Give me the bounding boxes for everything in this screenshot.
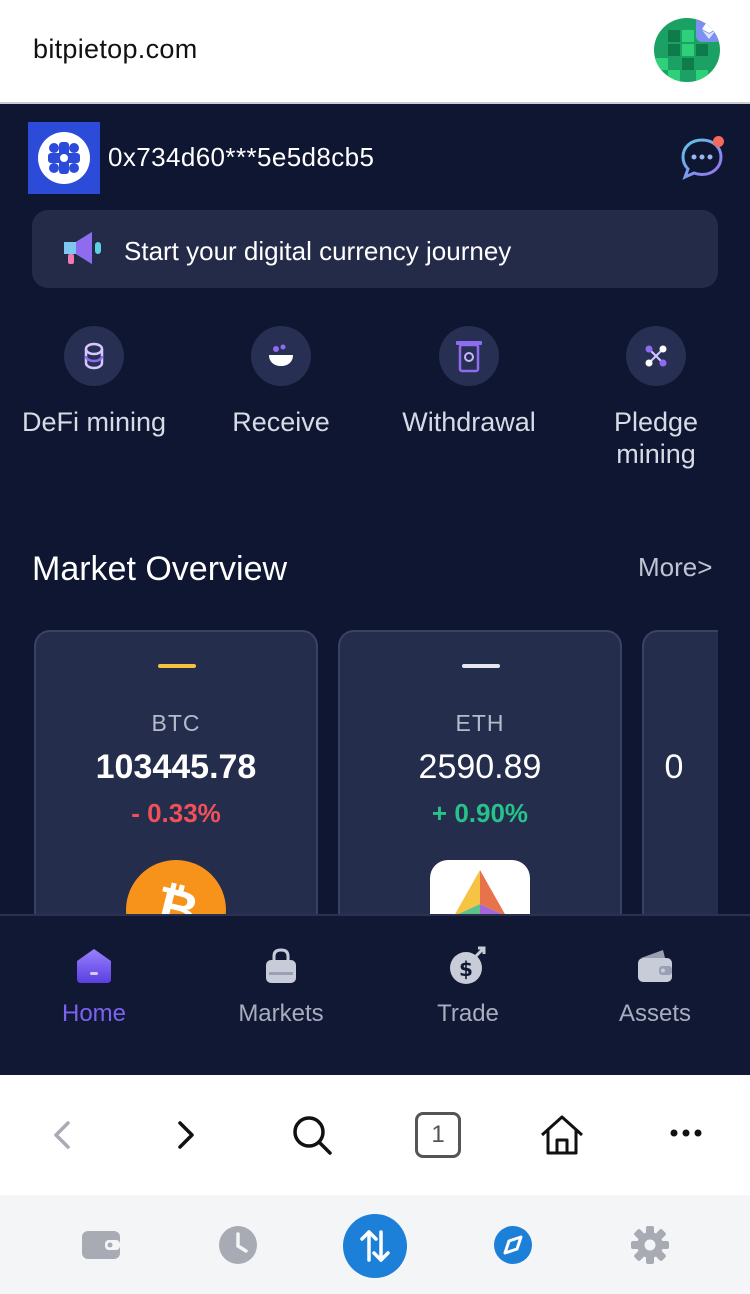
- chat-bubble-icon[interactable]: [680, 136, 724, 180]
- home-icon: [74, 946, 114, 986]
- tab-count: 1: [415, 1112, 461, 1158]
- wallet-icon: [635, 946, 675, 986]
- wallet-icon: [82, 1231, 120, 1259]
- coin-price: 0: [664, 748, 684, 786]
- action-label: Withdrawal: [402, 407, 536, 437]
- tab-home[interactable]: Home: [0, 946, 188, 1028]
- market-card-btc[interactable]: BTC 103445.78 - 0.33% ₿: [34, 630, 318, 920]
- accent-bar: [462, 664, 500, 668]
- search-icon: [293, 1116, 332, 1155]
- compass-icon: [494, 1226, 532, 1264]
- site-avatar[interactable]: [654, 18, 720, 82]
- browser-top-bar: bitpietop.com: [0, 0, 750, 104]
- bowl-icon: [269, 344, 293, 366]
- action-pledge-mining[interactable]: Pledge mining: [561, 326, 750, 470]
- ethereum-icon: [696, 18, 720, 42]
- tab-markets[interactable]: Markets: [187, 946, 375, 1028]
- tab-assets[interactable]: Assets: [561, 946, 749, 1028]
- coin-symbol: ETH: [455, 710, 505, 736]
- network-icon: [645, 345, 667, 367]
- dock-wallet-button[interactable]: [81, 1225, 121, 1265]
- tabs-button[interactable]: 1: [414, 1111, 462, 1159]
- swap-arrows-icon: [360, 1230, 390, 1262]
- dock-swap-button[interactable]: [343, 1214, 407, 1278]
- browser-nav-bar: 1: [0, 1075, 750, 1195]
- bitcoin-icon: ₿: [126, 860, 226, 920]
- dock-discover-button[interactable]: [493, 1225, 533, 1265]
- banner-text: Start your digital currency journey: [124, 236, 512, 266]
- tab-label: Markets: [238, 1000, 324, 1027]
- gear-icon: [631, 1226, 669, 1264]
- clock-icon: [219, 1226, 257, 1264]
- tab-label: Trade: [437, 1000, 499, 1027]
- shopping-bag-icon: [261, 946, 301, 986]
- coin-change: + 0.90%: [431, 798, 529, 828]
- withdrawal-icon: [456, 341, 482, 373]
- action-label: DeFi mining: [21, 407, 167, 437]
- megaphone-icon: [62, 230, 104, 268]
- home-outline-icon: [540, 1115, 584, 1155]
- chevron-right-icon: [178, 1121, 194, 1149]
- search-button[interactable]: [288, 1111, 336, 1159]
- accent-bar: [158, 664, 196, 668]
- coin-price: 103445.78: [95, 748, 257, 786]
- action-defi-mining[interactable]: DeFi mining: [0, 326, 189, 438]
- action-receive[interactable]: Receive: [186, 326, 376, 438]
- market-overview-title: Market Overview: [32, 550, 288, 588]
- action-label: Receive: [232, 407, 330, 437]
- more-link[interactable]: More>: [638, 552, 712, 583]
- home-button[interactable]: [538, 1111, 586, 1159]
- coin-stack-icon: [84, 342, 104, 370]
- tab-label: Home: [61, 1000, 127, 1027]
- coin-change: - 0.33%: [131, 798, 221, 828]
- tab-label: Assets: [618, 1000, 692, 1027]
- notification-dot: [713, 136, 724, 147]
- wallet-address[interactable]: 0x734d60***5e5d8cb5: [108, 142, 374, 173]
- tab-trade[interactable]: $ Trade: [374, 946, 562, 1028]
- chevron-left-icon: [54, 1121, 70, 1149]
- url-text[interactable]: bitpietop.com: [33, 34, 198, 65]
- wallet-logo[interactable]: [28, 122, 100, 194]
- coin-symbol: BTC: [151, 710, 201, 736]
- back-button[interactable]: [38, 1111, 86, 1159]
- market-cards: BTC 103445.78 - 0.33% ₿ ETH 2590.89 + 0.…: [34, 630, 718, 920]
- ethereum-icon: [430, 860, 530, 920]
- wallet-app: 0x734d60***5e5d8cb5 Start your digital c…: [0, 106, 750, 1075]
- market-card-next[interactable]: 0: [642, 630, 718, 920]
- announcement-banner[interactable]: Start your digital currency journey: [32, 210, 718, 288]
- dollar-coin-icon: $: [448, 946, 488, 986]
- wallet-dock: [0, 1195, 750, 1294]
- action-label: Pledge mining: [613, 407, 699, 469]
- forward-button[interactable]: [162, 1111, 210, 1159]
- dock-history-button[interactable]: [218, 1225, 258, 1265]
- more-dots-icon: [670, 1129, 702, 1137]
- action-withdrawal[interactable]: Withdrawal: [374, 326, 564, 438]
- puzzle-icon: [48, 142, 80, 174]
- more-button[interactable]: [662, 1111, 710, 1159]
- app-tab-bar: Home Markets $ Trade Assets: [0, 914, 750, 1075]
- dock-settings-button[interactable]: [630, 1225, 670, 1265]
- svg-text:$: $: [459, 957, 473, 981]
